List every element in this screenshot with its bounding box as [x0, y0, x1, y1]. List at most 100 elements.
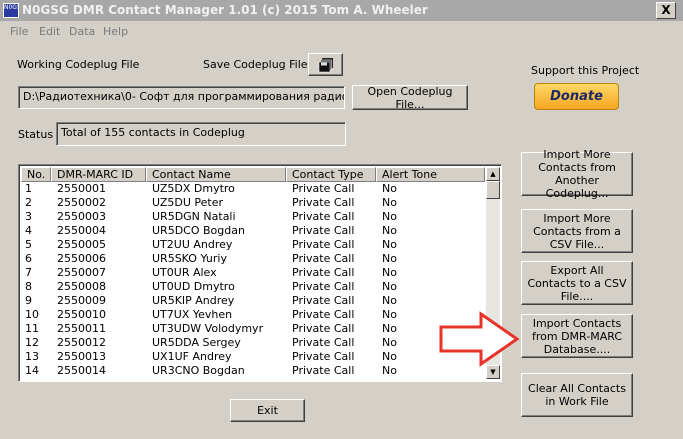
table-cell: UT7UX Yevhen	[152, 308, 233, 321]
table-cell: Private Call	[292, 210, 355, 223]
table-row[interactable]: 14 2550014 UR3CNO Bogdan Private Call No	[21, 364, 485, 378]
import-csv-button[interactable]: Import More Contacts from a CSV File...	[521, 209, 633, 253]
table-row[interactable]: 9 2550009 UR5KIP Andrey Private Call No	[21, 294, 485, 308]
table-cell: UR3CNO Bogdan	[152, 364, 245, 377]
table-cell: 2550005	[57, 238, 106, 251]
table-row[interactable]: 8 2550008 UT0UD Dmytro Private Call No	[21, 280, 485, 294]
menu-bar: File Edit Data Help	[0, 22, 683, 40]
close-button[interactable]: X	[656, 2, 676, 19]
menu-file[interactable]: File	[10, 25, 28, 38]
table-row[interactable]: 6 2550006 UR5SKO Yuriy Private Call No	[21, 252, 485, 266]
table-cell: Private Call	[292, 364, 355, 377]
table-row[interactable]: 2 2550002 UZ5DU Peter Private Call No	[21, 196, 485, 210]
table-cell: 6	[25, 252, 32, 265]
table-cell: 2550002	[57, 196, 106, 209]
table-cell: No	[382, 308, 397, 321]
save-codeplug-button[interactable]	[308, 53, 343, 76]
exit-button[interactable]: Exit	[230, 399, 305, 422]
table-cell: Private Call	[292, 182, 355, 195]
table-cell: 13	[25, 350, 39, 363]
status-field: Total of 155 contacts in Codeplug	[56, 122, 346, 146]
table-row[interactable]: 11 2550011 UT3UDW Volodymyr Private Call No	[21, 322, 485, 336]
import-codeplug-button[interactable]: Import More Contacts from Another Codepl…	[521, 148, 633, 200]
table-cell: UZ5DX Dmytro	[152, 182, 235, 195]
column-header-contact-name[interactable]: Contact Name	[146, 167, 286, 182]
table-cell: Private Call	[292, 224, 355, 237]
table-cell: 11	[25, 322, 39, 335]
table-cell: 2550008	[57, 280, 106, 293]
column-header-alert-tone[interactable]: Alert Tone	[376, 167, 485, 182]
support-label: Support this Project	[531, 64, 640, 77]
table-cell: 2550009	[57, 294, 106, 307]
column-header-contact-type[interactable]: Contact Type	[286, 167, 376, 182]
table-cell: No	[382, 238, 397, 251]
table-cell: 2550006	[57, 252, 106, 265]
export-csv-button[interactable]: Export All Contacts to a CSV File....	[521, 261, 633, 305]
table-cell: 8	[25, 280, 32, 293]
scroll-down-icon[interactable]: ▼	[486, 365, 500, 379]
table-cell: Private Call	[292, 350, 355, 363]
table-cell: 2550011	[57, 322, 106, 335]
table-row[interactable]: 7 2550007 UT0UR Alex Private Call No	[21, 266, 485, 280]
red-arrow-icon	[439, 311, 520, 367]
table-cell: 2550007	[57, 266, 106, 279]
table-cell: No	[382, 182, 397, 195]
table-cell: 2	[25, 196, 32, 209]
table-cell: Private Call	[292, 238, 355, 251]
import-dmr-marc-button[interactable]: Import Contacts from DMR-MARC Database..…	[521, 314, 633, 358]
table-cell: No	[382, 294, 397, 307]
table-cell: UT3UDW Volodymyr	[152, 322, 264, 335]
floppy-disk-icon	[318, 57, 333, 72]
table-cell: 14	[25, 364, 39, 377]
table-row[interactable]: 5 2550005 UT2UU Andrey Private Call No	[21, 238, 485, 252]
table-row[interactable]: 10 2550010 UT7UX Yevhen Private Call No	[21, 308, 485, 322]
table-cell: 2550004	[57, 224, 106, 237]
table-cell: No	[382, 336, 397, 349]
main-window: N0GSG N0GSG DMR Contact Manager 1.01 (c)…	[0, 0, 683, 439]
table-row[interactable]: 4 2550004 UR5DCO Bogdan Private Call No	[21, 224, 485, 238]
table-cell: No	[382, 196, 397, 209]
donate-button[interactable]: Donate	[534, 83, 619, 110]
scroll-up-icon[interactable]: ▲	[486, 167, 500, 181]
column-header-dmr-marc-id[interactable]: DMR-MARC ID	[51, 167, 146, 182]
codeplug-path-field[interactable]: D:\Радиотехника\0- Софт для программиров…	[18, 86, 345, 109]
table-cell: 3	[25, 210, 32, 223]
table-cell: 2550003	[57, 210, 106, 223]
table-cell: Private Call	[292, 322, 355, 335]
save-codeplug-label: Save Codeplug File	[203, 58, 308, 71]
table-row[interactable]: 1 2550001 UZ5DX Dmytro Private Call No	[21, 182, 485, 196]
table-cell: No	[382, 252, 397, 265]
table-cell: No	[382, 224, 397, 237]
table-cell: Private Call	[292, 308, 355, 321]
column-header-no[interactable]: No.	[21, 167, 51, 182]
table-cell: UT0UR Alex	[152, 266, 217, 279]
table-cell: 4	[25, 224, 32, 237]
table-cell: UT0UD Dmytro	[152, 280, 235, 293]
table-cell: Private Call	[292, 266, 355, 279]
table-cell: 10	[25, 308, 39, 321]
table-cell: No	[382, 322, 397, 335]
scroll-thumb[interactable]	[486, 181, 500, 199]
table-cell: 5	[25, 238, 32, 251]
table-cell: Private Call	[292, 196, 355, 209]
table-row[interactable]: 12 2550012 UR5DDA Sergey Private Call No	[21, 336, 485, 350]
menu-edit[interactable]: Edit	[39, 25, 60, 38]
table-cell: Private Call	[292, 252, 355, 265]
menu-data[interactable]: Data	[69, 25, 95, 38]
contacts-table: No. DMR-MARC ID Contact Name Contact Typ…	[18, 164, 502, 382]
menu-help[interactable]: Help	[103, 25, 128, 38]
table-cell: UT2UU Andrey	[152, 238, 233, 251]
table-cell: 9	[25, 294, 32, 307]
table-cell: 2550014	[57, 364, 106, 377]
table-cell: 2550012	[57, 336, 106, 349]
open-codeplug-button[interactable]: Open Codeplug File...	[352, 85, 468, 111]
table-cell: UR5DGN Natali	[152, 210, 236, 223]
working-codeplug-label: Working Codeplug File	[17, 58, 140, 71]
clear-all-contacts-button[interactable]: Clear All Contacts in Work File	[521, 373, 633, 417]
table-row[interactable]: 3 2550003 UR5DGN Natali Private Call No	[21, 210, 485, 224]
table-cell: No	[382, 364, 397, 377]
table-cell: 2550010	[57, 308, 106, 321]
table-row[interactable]: 13 2550013 UX1UF Andrey Private Call No	[21, 350, 485, 364]
table-cell: No	[382, 350, 397, 363]
table-cell: 2550013	[57, 350, 106, 363]
